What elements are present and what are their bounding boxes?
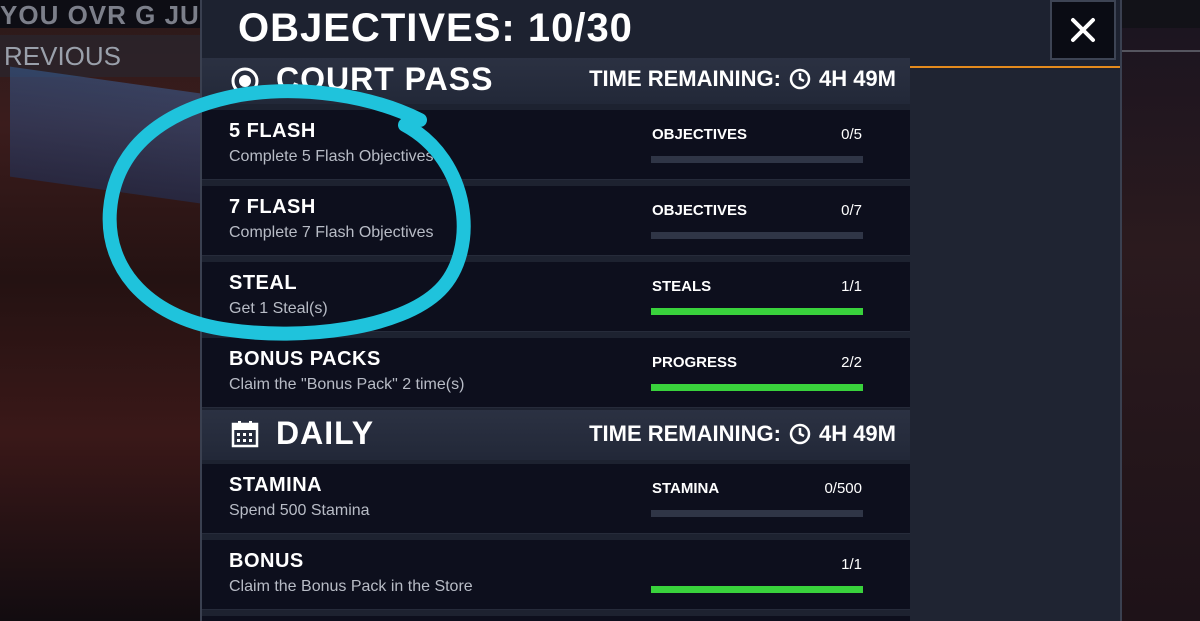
objective-row[interactable]: 5 FLASH Complete 5 Flash Objectives OBJE…: [202, 110, 910, 180]
court-pass-icon: [231, 67, 259, 95]
progress-fill: [651, 384, 863, 391]
progress-bar: [651, 232, 863, 239]
time-remaining-label: TIME REMAINING:: [589, 66, 781, 91]
objective-title: STAMINA: [229, 474, 323, 496]
objective-title: 5 FLASH: [229, 120, 316, 142]
section-header-daily: DAILY TIME REMAINING: 4H 49M: [202, 410, 910, 460]
section-header-court-pass: COURT PASS TIME REMAINING: 4H 49M: [202, 58, 910, 104]
progress-count: 1/1: [841, 278, 862, 295]
close-icon: [1071, 18, 1095, 42]
progress-label: OBJECTIVES: [652, 202, 748, 219]
section-title: DAILY: [276, 415, 375, 451]
progress-bar: [651, 586, 863, 593]
progress-label: STAMINA: [652, 480, 720, 497]
game-screen: YOU OVR G JULE REVIOUS OBJECTIVES: 10/30…: [0, 0, 1200, 621]
close-button[interactable]: [1050, 0, 1116, 60]
progress-fill: [651, 586, 863, 593]
progress-label: STEALS: [652, 278, 712, 295]
objective-title: 7 FLASH: [229, 196, 316, 218]
progress-label: PROGRESS: [652, 354, 738, 371]
progress-bar: [651, 308, 863, 315]
clock-icon: [789, 423, 811, 445]
objective-title: BONUS PACKS: [229, 348, 381, 370]
objective-row[interactable]: STEAL Get 1 Steal(s) STEALS 1/1: [202, 262, 910, 332]
objective-description: Complete 7 Flash Objectives: [229, 224, 434, 241]
background-divider: [1120, 50, 1200, 52]
objective-row[interactable]: STAMINA Spend 500 Stamina STAMINA 0/500: [202, 464, 910, 534]
progress-bar: [651, 156, 863, 163]
objective-title: STEAL: [229, 272, 298, 294]
objective-row-partial: [202, 616, 910, 621]
progress-count: 0/500: [824, 480, 862, 497]
progress-count: 0/5: [841, 126, 862, 143]
objectives-modal: OBJECTIVES: 10/30 COURT PASS TIME REMAIN…: [200, 0, 1122, 621]
time-remaining-value: 4H 49M: [818, 421, 896, 446]
clock-icon: [789, 68, 811, 90]
progress-count: 0/7: [841, 202, 862, 219]
time-remaining-value: 4H 49M: [818, 66, 896, 91]
progress-count: 1/1: [841, 556, 862, 573]
objective-description: Claim the Bonus Pack in the Store: [229, 578, 473, 595]
objective-description: Spend 500 Stamina: [229, 502, 370, 519]
objective-description: Claim the "Bonus Pack" 2 time(s): [229, 376, 465, 393]
section-title: COURT PASS: [276, 61, 494, 97]
objective-title: BONUS: [229, 550, 304, 572]
progress-bar: [651, 510, 863, 517]
objective-row[interactable]: BONUS PACKS Claim the "Bonus Pack" 2 tim…: [202, 338, 910, 408]
objective-row[interactable]: 7 FLASH Complete 7 Flash Objectives OBJE…: [202, 186, 910, 256]
objective-description: Get 1 Steal(s): [229, 300, 328, 317]
time-remaining: TIME REMAINING: 4H 49M: [589, 66, 896, 92]
time-remaining: TIME REMAINING: 4H 49M: [589, 421, 896, 447]
objective-description: Complete 5 Flash Objectives: [229, 148, 434, 165]
background-arena-right: [1120, 0, 1200, 621]
calendar-icon: [231, 421, 259, 448]
modal-side-panel: [910, 70, 1120, 621]
progress-label: OBJECTIVES: [652, 126, 748, 143]
time-remaining-label: TIME REMAINING:: [589, 421, 781, 446]
modal-title: OBJECTIVES: 10/30: [238, 6, 633, 50]
background-right-box: [1120, 0, 1200, 28]
progress-fill: [651, 308, 863, 315]
objective-row[interactable]: BONUS Claim the Bonus Pack in the Store …: [202, 540, 910, 610]
progress-count: 2/2: [841, 354, 862, 371]
progress-bar: [651, 384, 863, 391]
